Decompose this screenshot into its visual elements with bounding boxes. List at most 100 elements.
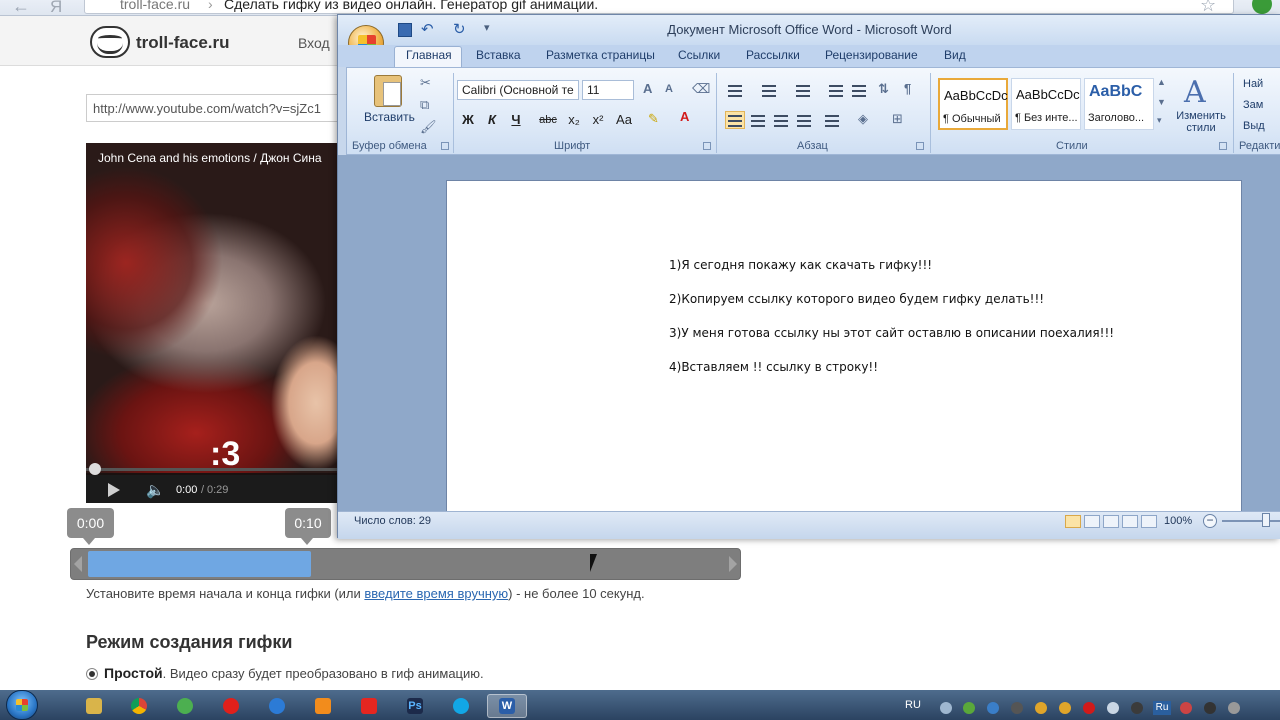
word-taskbar-icon[interactable]: W bbox=[499, 698, 515, 714]
tray-keyboard-layout[interactable]: Ru bbox=[1153, 701, 1171, 715]
style-no-spacing[interactable]: AaBbCcDc ¶ Без инте... bbox=[1011, 78, 1081, 130]
change-case-button[interactable]: Aa bbox=[614, 110, 634, 130]
paste-button[interactable]: Вставить bbox=[364, 110, 415, 124]
zoom-slider[interactable] bbox=[1222, 520, 1280, 522]
numbering-icon[interactable] bbox=[759, 81, 779, 99]
outline-view-icon[interactable] bbox=[1122, 515, 1138, 528]
zoom-slider-knob[interactable] bbox=[1262, 513, 1270, 527]
tab-mailings[interactable]: Рассылки bbox=[746, 48, 800, 62]
print-layout-view-icon[interactable] bbox=[1065, 515, 1081, 528]
cut-icon[interactable]: ✂ bbox=[420, 75, 431, 91]
tray-misc-icon[interactable] bbox=[1228, 702, 1240, 714]
styles-scroll-down-icon[interactable]: ▼ bbox=[1157, 97, 1166, 107]
redo-icon[interactable]: ↻ bbox=[453, 20, 466, 38]
gif-range-selection[interactable] bbox=[88, 551, 311, 577]
tab-references[interactable]: Ссылки bbox=[678, 48, 720, 62]
tray-notification-icon[interactable] bbox=[1059, 702, 1071, 714]
justify-icon[interactable] bbox=[794, 111, 814, 129]
tray-network-icon[interactable] bbox=[987, 702, 999, 714]
tray-update-icon[interactable] bbox=[1035, 702, 1047, 714]
grow-font-icon[interactable]: A bbox=[643, 81, 652, 96]
app-taskbar-icon[interactable] bbox=[269, 698, 285, 714]
tray-utorrent-icon[interactable] bbox=[963, 702, 975, 714]
video-progress-bar[interactable] bbox=[86, 468, 346, 471]
align-center-icon[interactable] bbox=[748, 111, 768, 129]
paste-icon[interactable] bbox=[374, 75, 402, 107]
tray-app2-icon[interactable] bbox=[1131, 702, 1143, 714]
multilevel-list-icon[interactable] bbox=[793, 81, 813, 99]
style-normal[interactable]: AaBbCcDc ¶ Обычный bbox=[938, 78, 1008, 130]
styles-launcher-icon[interactable] bbox=[1219, 142, 1227, 150]
borders-icon[interactable]: ⊞ bbox=[892, 111, 903, 127]
document-line[interactable]: 3)У меня готова ссылку ны этот сайт оста… bbox=[669, 326, 1114, 340]
clipboard-launcher-icon[interactable] bbox=[441, 142, 449, 150]
manual-time-link[interactable]: введите время вручную bbox=[364, 586, 508, 601]
subscript-button[interactable]: x₂ bbox=[564, 110, 584, 130]
tab-home[interactable]: Главная bbox=[406, 48, 452, 62]
font-size-field[interactable]: 11 bbox=[582, 80, 634, 100]
font-color-icon[interactable]: A bbox=[680, 109, 689, 124]
login-link[interactable]: Вход bbox=[298, 35, 330, 51]
yandex-taskbar-icon[interactable] bbox=[361, 698, 377, 714]
site-logo-text[interactable]: troll-face.ru bbox=[136, 33, 230, 53]
tab-page-layout[interactable]: Разметка страницы bbox=[546, 48, 655, 62]
tab-insert[interactable]: Вставка bbox=[476, 48, 521, 62]
change-styles-icon[interactable]: A bbox=[1184, 75, 1206, 110]
explorer-taskbar-icon[interactable] bbox=[86, 698, 102, 714]
copy-icon[interactable]: ⧉ bbox=[420, 97, 429, 113]
skype-taskbar-icon[interactable] bbox=[453, 698, 469, 714]
mode-simple-label[interactable]: Простой bbox=[104, 665, 163, 681]
strikethrough-button[interactable]: abc bbox=[538, 110, 558, 130]
full-screen-view-icon[interactable] bbox=[1084, 515, 1100, 528]
opera-taskbar-icon[interactable] bbox=[223, 698, 239, 714]
document-line[interactable]: 1)Я сегодня покажу как скачать гифку!!! bbox=[669, 258, 932, 272]
video-progress-knob[interactable] bbox=[89, 463, 101, 475]
font-launcher-icon[interactable] bbox=[703, 142, 711, 150]
volume-icon[interactable]: 🔈 bbox=[146, 481, 165, 499]
bullets-icon[interactable] bbox=[725, 81, 745, 99]
yandex-icon[interactable]: Я bbox=[50, 0, 62, 17]
quick-access-more-icon[interactable]: ▾ bbox=[484, 21, 490, 34]
tray-volume-icon[interactable] bbox=[1107, 702, 1119, 714]
shrink-font-icon[interactable]: A bbox=[665, 83, 673, 95]
highlight-icon[interactable]: ✎ bbox=[648, 111, 659, 127]
document-page[interactable]: 1)Я сегодня покажу как скачать гифку!!! … bbox=[446, 180, 1242, 512]
draft-view-icon[interactable] bbox=[1141, 515, 1157, 528]
tray-record-icon[interactable] bbox=[1083, 702, 1095, 714]
tray-battery-icon[interactable] bbox=[1204, 702, 1216, 714]
clear-format-icon[interactable]: ⌫ bbox=[692, 81, 710, 97]
find-button[interactable]: Най bbox=[1243, 78, 1263, 90]
odnoklassniki-taskbar-icon[interactable] bbox=[315, 698, 331, 714]
tray-sync-icon[interactable] bbox=[1011, 702, 1023, 714]
save-icon[interactable] bbox=[398, 23, 412, 37]
tab-review[interactable]: Рецензирование bbox=[825, 48, 918, 62]
format-painter-icon[interactable]: 🖌 bbox=[420, 119, 437, 135]
tab-view[interactable]: Вид bbox=[944, 48, 966, 62]
zoom-level[interactable]: 100% bbox=[1164, 515, 1192, 527]
mode-simple-radio[interactable] bbox=[86, 668, 98, 680]
video-url-input[interactable]: http://www.youtube.com/watch?v=sjZc1 bbox=[86, 94, 356, 122]
start-button-icon[interactable] bbox=[6, 690, 38, 720]
document-line[interactable]: 2)Копируем ссылку которого видео будем г… bbox=[669, 292, 1044, 306]
sort-icon[interactable]: ⇅ bbox=[878, 81, 889, 97]
style-heading[interactable]: AaBbC Заголово... bbox=[1084, 78, 1154, 130]
align-right-icon[interactable] bbox=[771, 111, 791, 129]
show-marks-icon[interactable]: ¶ bbox=[904, 81, 911, 96]
video-title[interactable]: John Cena and his emotions / Джон Сина bbox=[98, 151, 322, 165]
bold-button[interactable]: Ж bbox=[458, 110, 478, 130]
font-name-field[interactable]: Calibri (Основной те bbox=[457, 80, 579, 100]
tray-app-icon[interactable] bbox=[940, 702, 952, 714]
word-count[interactable]: Число слов: 29 bbox=[354, 515, 431, 527]
range-right-arrow-icon[interactable] bbox=[729, 556, 737, 572]
range-left-arrow-icon[interactable] bbox=[74, 556, 82, 572]
styles-scroll-up-icon[interactable]: ▲ bbox=[1157, 77, 1166, 87]
select-button[interactable]: Выд bbox=[1243, 120, 1265, 132]
change-styles-button[interactable]: Изменить стили bbox=[1171, 110, 1231, 134]
document-line[interactable]: 4)Вставляем !! ссылку в строку!! bbox=[669, 360, 878, 374]
underline-button[interactable]: Ч bbox=[506, 110, 526, 130]
undo-icon[interactable]: ↶ bbox=[421, 20, 434, 38]
align-left-icon[interactable] bbox=[725, 111, 745, 129]
paragraph-launcher-icon[interactable] bbox=[916, 142, 924, 150]
shading-icon[interactable]: ◈ bbox=[858, 111, 868, 127]
italic-button[interactable]: К bbox=[482, 110, 502, 130]
